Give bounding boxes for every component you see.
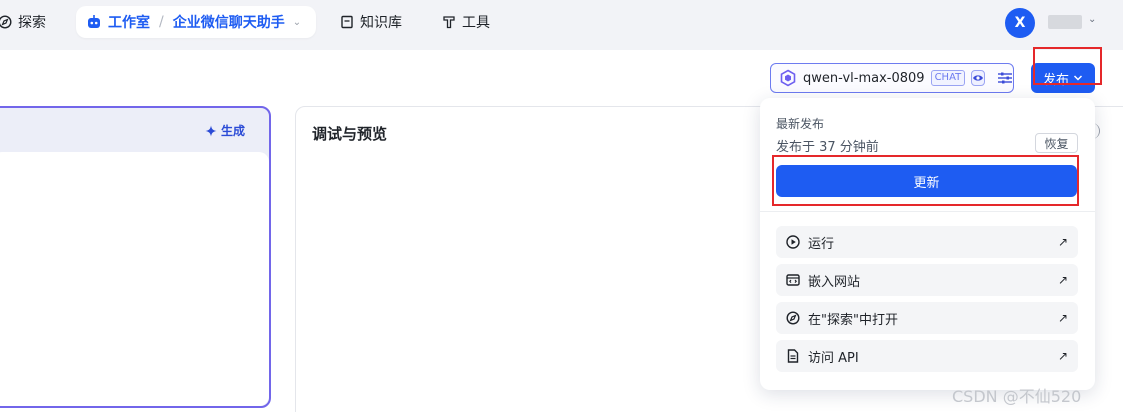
document-icon bbox=[786, 349, 800, 363]
sparkle-icon bbox=[205, 125, 217, 137]
nav-explore-label: 探索 bbox=[18, 15, 46, 31]
play-circle-icon bbox=[786, 235, 800, 249]
nav-explore[interactable]: 探索 bbox=[0, 8, 46, 36]
external-arrow-icon: ↗ bbox=[1057, 311, 1068, 325]
menu-item-embed[interactable]: 嵌入网站 ↗ bbox=[776, 264, 1078, 296]
chevron-down-icon[interactable]: ⌄ bbox=[1088, 14, 1096, 25]
nav-knowledge[interactable]: 知识库 bbox=[340, 8, 402, 36]
model-logo-icon bbox=[779, 69, 797, 87]
publish-dropdown: 最新发布 发布于 37 分钟前 恢复 更新 运行 ↗ 嵌入网站 ↗ 在"探索"中… bbox=[760, 98, 1095, 390]
nav-knowledge-label: 知识库 bbox=[360, 15, 402, 31]
external-arrow-icon: ↗ bbox=[1057, 349, 1068, 363]
chevron-down-icon[interactable]: ⌄ bbox=[293, 17, 301, 28]
model-selector[interactable]: qwen-vl-max-0809 CHAT bbox=[770, 63, 1014, 93]
username-redacted[interactable] bbox=[1048, 15, 1082, 29]
breadcrumb: 工作室 / 企业微信聊天助手 ⌄ bbox=[76, 6, 316, 38]
orchestration-panel: 生成 bbox=[0, 106, 271, 408]
latest-publish-heading: 最新发布 bbox=[776, 117, 825, 131]
publish-button-label: 发布 bbox=[1042, 72, 1069, 88]
model-type-badge: CHAT bbox=[930, 70, 966, 86]
breadcrumb-separator: / bbox=[159, 14, 164, 30]
menu-item-label: 在"探索"中打开 bbox=[808, 312, 898, 328]
menu-item-open-in-explore[interactable]: 在"探索"中打开 ↗ bbox=[776, 302, 1078, 334]
restore-button[interactable]: 恢复 bbox=[1035, 133, 1078, 153]
watermark: CSDN @不仙520 bbox=[952, 387, 1082, 406]
robot-icon bbox=[86, 14, 102, 30]
settings-sliders-icon[interactable] bbox=[997, 71, 1013, 85]
divider bbox=[760, 211, 1095, 212]
menu-item-label: 嵌入网站 bbox=[808, 274, 861, 290]
publish-button[interactable]: 发布 bbox=[1031, 63, 1095, 93]
compass-icon bbox=[0, 15, 12, 29]
menu-item-label: 访问 API bbox=[808, 350, 859, 366]
nav-tools[interactable]: 工具 bbox=[442, 8, 490, 36]
embed-icon bbox=[786, 273, 800, 287]
breadcrumb-app-name[interactable]: 企业微信聊天助手 bbox=[173, 12, 285, 32]
compass-icon bbox=[786, 311, 800, 325]
book-icon bbox=[340, 15, 354, 29]
chevron-down-icon bbox=[1073, 74, 1083, 82]
generate-button[interactable]: 生成 bbox=[205, 122, 245, 139]
update-button[interactable]: 更新 bbox=[776, 165, 1077, 197]
preview-title: 调试与预览 bbox=[312, 125, 388, 143]
avatar[interactable]: X bbox=[1005, 8, 1035, 38]
breadcrumb-studio[interactable]: 工作室 bbox=[108, 12, 150, 32]
menu-item-run[interactable]: 运行 ↗ bbox=[776, 226, 1078, 258]
prompt-editor[interactable] bbox=[0, 152, 269, 406]
menu-item-label: 运行 bbox=[808, 236, 835, 252]
top-navigation: 探索 工作室 / 企业微信聊天助手 ⌄ 知识库 工具 X ⌄ bbox=[0, 0, 1123, 44]
menu-item-api[interactable]: 访问 API ↗ bbox=[776, 340, 1078, 372]
vision-eye-icon bbox=[971, 70, 986, 86]
tool-icon bbox=[442, 15, 456, 29]
model-name: qwen-vl-max-0809 bbox=[803, 70, 925, 86]
published-time: 发布于 37 分钟前 bbox=[776, 140, 879, 155]
external-arrow-icon: ↗ bbox=[1057, 273, 1068, 287]
external-arrow-icon: ↗ bbox=[1057, 235, 1068, 249]
generate-label: 生成 bbox=[220, 124, 245, 138]
nav-tools-label: 工具 bbox=[462, 15, 490, 31]
